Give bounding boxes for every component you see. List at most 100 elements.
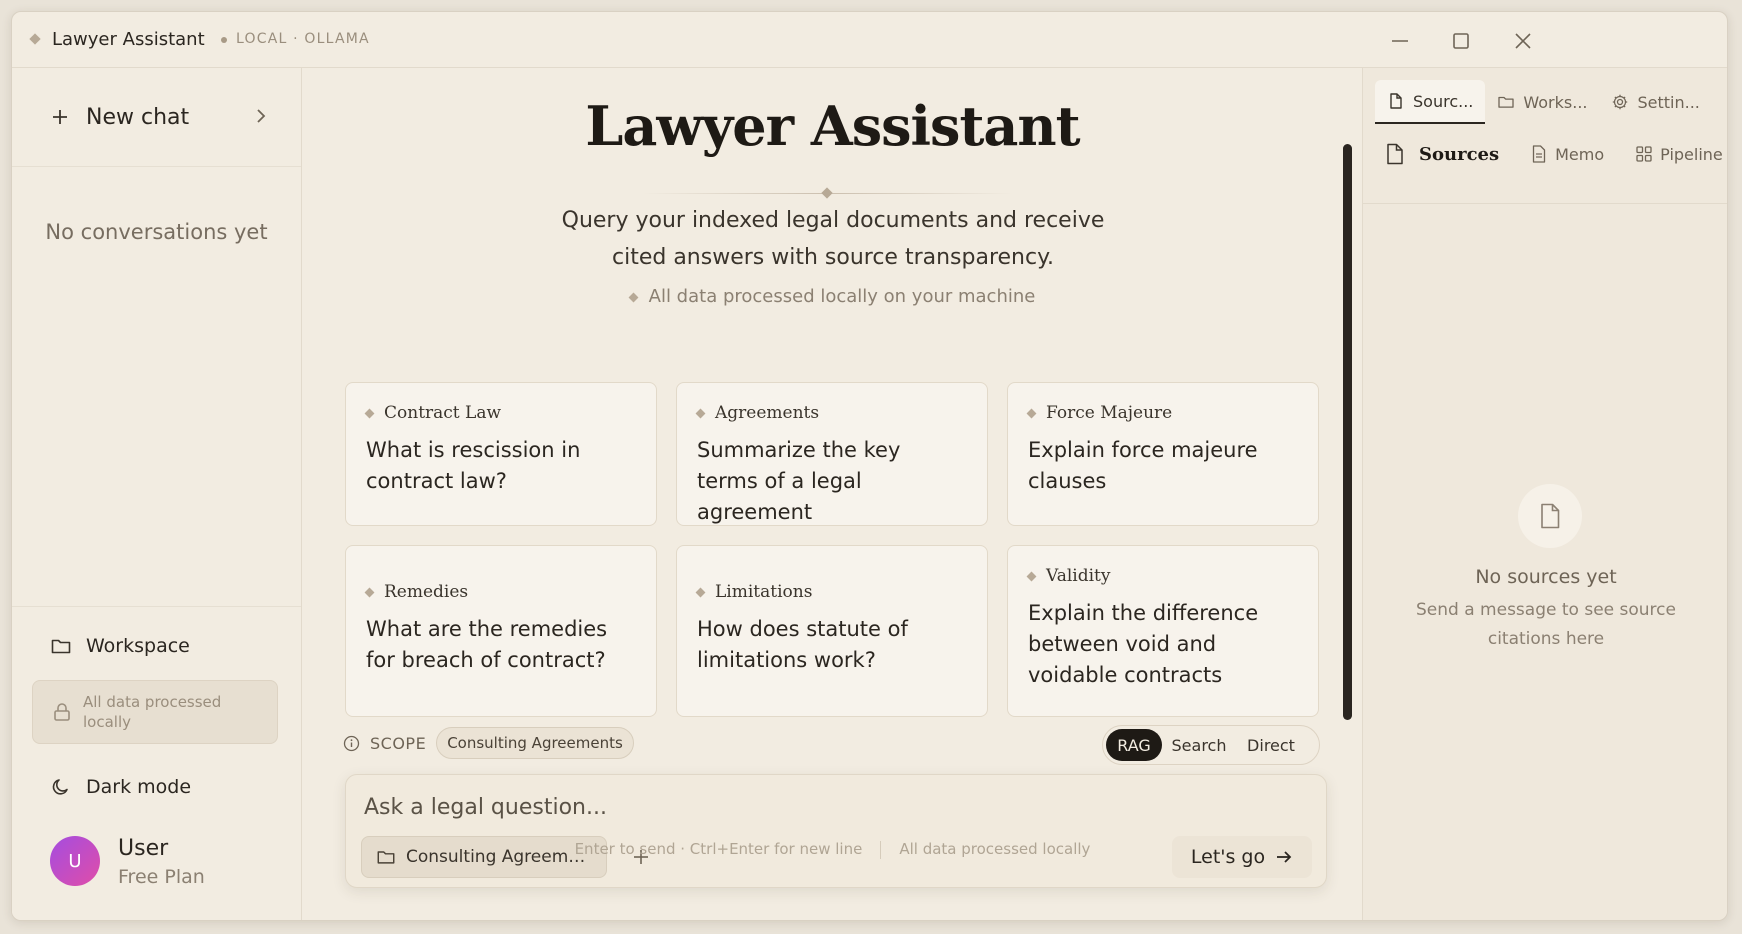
title-bar: Lawyer Assistant LOCAL · OLLAMA [12, 12, 1727, 68]
panel-tabs: Sourc... Works... Settin... [1375, 80, 1712, 124]
panel-subtabs: Sources Memo Pipeline [1383, 142, 1727, 166]
diamond-icon [1026, 408, 1037, 418]
card-category: Agreements [695, 403, 967, 423]
user-plan: Free Plan [118, 866, 205, 888]
dark-mode-toggle[interactable]: Dark mode [50, 771, 191, 803]
avatar: U [50, 836, 100, 886]
empty-sources-description: Send a message to see source citations h… [1416, 600, 1676, 649]
suggestion-card-agreements[interactable]: Agreements Summarize the key terms of a … [676, 382, 988, 526]
card-category-label: Agreements [715, 403, 820, 423]
privacy-note: All data processed locally on your machi… [303, 286, 1362, 307]
subtab-label: Pipeline [1660, 144, 1723, 164]
card-question: Explain force majeure clauses [1028, 438, 1258, 493]
suggestion-card-force-majeure[interactable]: Force Majeure Explain force majeure clau… [1007, 382, 1319, 526]
local-processing-notice: All data processed locally [32, 680, 278, 744]
empty-conversations-text: No conversations yet [45, 220, 268, 244]
new-chat-label: New chat [86, 104, 190, 130]
maximize-button[interactable] [1446, 26, 1476, 56]
scope-label: SCOPE [370, 733, 427, 753]
card-question: What is rescission in contract law? [366, 438, 581, 493]
minimize-icon [1392, 40, 1408, 42]
mode-switcher: RAG Search Direct [1102, 725, 1320, 765]
diamond-icon [29, 33, 41, 45]
workspace-label: Workspace [86, 635, 190, 657]
card-question: Summarize the key terms of a legal agree… [697, 438, 901, 524]
page-title: Lawyer Assistant [585, 94, 1080, 158]
tab-label: Sourc... [1413, 91, 1474, 111]
tab-sources[interactable]: Sourc... [1375, 80, 1486, 124]
diamond-icon [628, 292, 639, 302]
subtab-label: Memo [1555, 144, 1605, 164]
card-category: Validity [1026, 566, 1298, 586]
mode-direct-button[interactable]: Direct [1236, 729, 1306, 761]
diamond-icon [695, 587, 706, 597]
card-question: How does statute of limitations work? [697, 617, 908, 672]
suggestion-card-remedies[interactable]: Remedies What are the remedies for breac… [345, 545, 657, 717]
folder-icon [1498, 96, 1515, 108]
diamond-icon [695, 408, 706, 418]
grid-icon [1636, 146, 1652, 162]
diamond-icon [1026, 571, 1037, 581]
app-subtitle: LOCAL · OLLAMA [236, 31, 370, 47]
divider [880, 840, 882, 859]
card-category: Limitations [695, 582, 967, 602]
tab-label: Settin... [1637, 92, 1700, 112]
suggestion-card-contract-law[interactable]: Contract Law What is rescission in contr… [345, 382, 657, 526]
document-icon [1532, 145, 1546, 163]
close-button[interactable] [1508, 26, 1538, 56]
page-description: Query your indexed legal documents and r… [561, 208, 1105, 270]
keyboard-hint: Enter to send · Ctrl+Enter for new line [574, 840, 863, 858]
user-profile[interactable]: U User Free Plan [50, 836, 205, 888]
composer-footnote: Enter to send · Ctrl+Enter for new line A… [303, 840, 1362, 859]
tab-label: Works... [1523, 92, 1588, 112]
folder-icon [51, 639, 71, 654]
scope-selector: SCOPE Consulting Agreements [343, 727, 634, 759]
card-category-label: Contract Law [384, 403, 502, 423]
suggestion-card-validity[interactable]: Validity Explain the difference between … [1007, 545, 1319, 717]
empty-sources-title: No sources yet [1475, 566, 1617, 588]
diamond-icon [364, 408, 375, 418]
scrollbar[interactable] [1343, 144, 1352, 720]
file-icon [1541, 503, 1560, 529]
minimize-button[interactable] [1385, 26, 1415, 56]
right-panel: Sourc... Works... Settin... Sources Memo [1362, 68, 1727, 920]
chevron-right-icon[interactable] [252, 107, 270, 125]
lock-icon [54, 703, 70, 721]
local-footnote: All data processed locally [899, 840, 1091, 858]
status-dot-icon [221, 37, 227, 43]
subtab-sources[interactable]: Sources [1383, 142, 1499, 166]
suggestion-card-limitations[interactable]: Limitations How does statute of limitati… [676, 545, 988, 717]
diamond-icon [821, 187, 833, 199]
card-question: Explain the difference between void and … [1028, 601, 1259, 687]
card-category-label: Force Majeure [1046, 403, 1173, 423]
new-chat-button[interactable]: New chat [50, 98, 270, 136]
moon-icon [52, 779, 68, 795]
divider [1363, 203, 1727, 204]
card-category-label: Validity [1046, 566, 1111, 586]
question-input[interactable] [364, 795, 1264, 820]
info-icon [343, 735, 360, 751]
card-category: Force Majeure [1026, 403, 1298, 423]
diamond-icon [364, 587, 375, 597]
subtab-label: Sources [1419, 143, 1500, 165]
app-window: Lawyer Assistant LOCAL · OLLAMA New chat… [11, 11, 1728, 921]
subtab-memo[interactable]: Memo [1529, 144, 1604, 164]
card-category-label: Limitations [715, 582, 813, 602]
app-title: Lawyer Assistant [52, 29, 205, 50]
workspace-button[interactable]: Workspace [50, 630, 190, 662]
mode-rag-button[interactable]: RAG [1106, 729, 1162, 761]
mode-search-button[interactable]: Search [1162, 729, 1236, 761]
tab-workspace[interactable]: Works... [1485, 80, 1599, 124]
main-content: Lawyer Assistant Query your indexed lega… [303, 68, 1362, 920]
subtab-pipeline[interactable]: Pipeline [1634, 144, 1723, 164]
sidebar: New chat No conversations yet Workspace … [12, 68, 302, 920]
maximize-icon [1453, 33, 1469, 49]
scope-chip[interactable]: Consulting Agreements [436, 727, 634, 759]
privacy-note-text: All data processed locally on your machi… [648, 286, 1036, 307]
local-notice-text: All data processed locally [83, 693, 222, 731]
tab-settings[interactable]: Settin... [1599, 80, 1711, 124]
user-name: User [118, 836, 169, 861]
card-category: Contract Law [364, 403, 636, 423]
file-icon [1390, 93, 1402, 109]
plus-icon [53, 110, 67, 124]
